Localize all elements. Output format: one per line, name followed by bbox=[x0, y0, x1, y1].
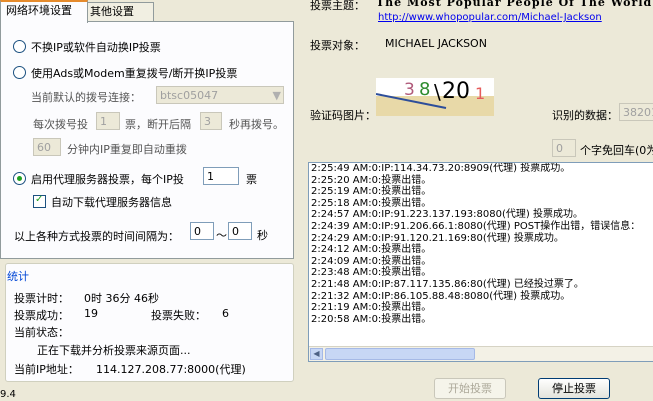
interval-separator: ～ bbox=[216, 229, 227, 242]
theme-value: The Most Popular People Of The World bbox=[376, 0, 653, 9]
captcha-char-8: 8 bbox=[419, 79, 431, 100]
fail-label: 投票失败： bbox=[151, 309, 206, 322]
timer-value: 0时 36分 46秒 bbox=[84, 292, 159, 305]
every-votes-secs-input[interactable]: 3 bbox=[200, 112, 222, 130]
log-entry: 2:24:12 AM:0:投票出错。 bbox=[311, 244, 432, 256]
target-value: MICHAEL JACKSON bbox=[385, 37, 487, 50]
repeat-minutes-label: 分钟内IP重复即自动重拨 bbox=[67, 143, 187, 156]
log-entry: 2:21:48 AM:0:IP:87.117.135.86:80(代理) 已经投… bbox=[311, 278, 584, 290]
success-label: 投票成功： bbox=[14, 309, 69, 322]
log-scrollbar[interactable]: ◀ bbox=[309, 346, 653, 361]
version-label: 9.4 bbox=[0, 389, 16, 400]
default-dial-label: 当前默认的拨号连接： bbox=[31, 91, 141, 104]
tab-other-settings[interactable]: 其他设置 bbox=[84, 2, 154, 21]
chevron-down-icon: ▼ bbox=[272, 89, 281, 102]
interval-from-input[interactable]: 0 bbox=[190, 222, 214, 240]
fail-value: 6 bbox=[222, 307, 229, 320]
log-entry: 2:21:32 AM:0:IP:86.105.88.48:8080(代理) 投票… bbox=[311, 290, 571, 302]
proxy-votes-input[interactable]: 1 bbox=[203, 167, 239, 185]
radio-no-ip-change[interactable] bbox=[13, 40, 26, 53]
captcha-char-2: 2 bbox=[442, 79, 456, 104]
captcha-char-1: 1 bbox=[475, 84, 486, 103]
captcha-char-slash: \ bbox=[434, 80, 441, 104]
every-votes-input[interactable]: 1 bbox=[96, 112, 120, 130]
auto-download-checkbox[interactable] bbox=[33, 194, 46, 208]
interval-label: 以上各种方式投票的时间间隔为： bbox=[14, 230, 179, 243]
tab-network-settings[interactable]: 网络环境设置 bbox=[0, 0, 88, 23]
scroll-left-icon[interactable]: ◀ bbox=[310, 348, 323, 360]
stats-title: 统计 bbox=[7, 270, 29, 283]
interval-unit: 秒 bbox=[257, 229, 268, 242]
captcha-image: 3 8 \ 2 0 1 bbox=[376, 78, 494, 116]
radio-proxy-label: 启用代理服务器投票，每个IP投 bbox=[31, 173, 184, 186]
radio-proxy[interactable] bbox=[13, 172, 26, 185]
proxy-votes-unit: 票 bbox=[246, 173, 257, 186]
default-dial-select[interactable]: btsc05047 ▼ bbox=[156, 86, 284, 104]
captcha-char-0: 0 bbox=[456, 79, 470, 104]
state-label: 当前状态： bbox=[14, 326, 69, 339]
skip-input[interactable]: 0 bbox=[552, 139, 576, 157]
log-entry: 2:24:57 AM:0:IP:91.223.137.193:8080(代理) … bbox=[311, 209, 583, 221]
log-entry: 2:21:19 AM:0:投票出错。 bbox=[311, 302, 432, 314]
captcha-label: 验证码图片： bbox=[310, 109, 376, 122]
log-entry: 2:25:20 AM:0:投票出错。 bbox=[311, 174, 432, 186]
repeat-minutes-input[interactable]: 60 bbox=[33, 138, 61, 156]
interval-to-input[interactable]: 0 bbox=[228, 222, 252, 240]
default-dial-value: btsc05047 bbox=[160, 89, 219, 102]
log-entry: 2:24:09 AM:0:投票出错。 bbox=[311, 255, 432, 267]
recognized-label: 识别的数据： bbox=[552, 109, 618, 122]
target-label: 投票对象： bbox=[310, 39, 365, 52]
every-votes-mid: 票，断开后隔 bbox=[125, 118, 191, 131]
ip-label: 当前IP地址： bbox=[14, 363, 79, 376]
every-votes-suffix: 秒再拨号。 bbox=[229, 118, 284, 131]
auto-download-label: 自动下载代理服务器信息 bbox=[51, 196, 172, 209]
every-votes-prefix: 每次拨号投 bbox=[33, 118, 88, 131]
log-entry: 2:24:29 AM:0:IP:91.120.21.169:80(代理) 投票成… bbox=[311, 232, 564, 244]
stop-vote-button[interactable]: 停止投票 bbox=[538, 378, 610, 399]
skip-label: 个字免回车(0为 bbox=[580, 144, 653, 157]
log-entry: 2:24:39 AM:0:IP:91.206.66.1:8080(代理) POS… bbox=[311, 220, 641, 232]
ip-value: 114.127.208.77:8000(代理) bbox=[96, 363, 246, 376]
radio-adsl-redial-label: 使用Ads或Modem重复拨号/断开换IP投票 bbox=[31, 67, 238, 80]
log-entry: 2:25:18 AM:0:投票出错。 bbox=[311, 197, 432, 209]
radio-adsl-redial[interactable] bbox=[13, 66, 26, 79]
theme-url-link[interactable]: http://www.whopopular.com/Michael-Jackso… bbox=[378, 12, 602, 23]
log-list[interactable]: 2:25:49 AM:0:IP:114.34.73.20:8909(代理) 投票… bbox=[308, 162, 653, 362]
start-vote-button[interactable]: 开始投票 bbox=[434, 378, 506, 399]
log-entry: 2:20:58 AM:0:投票出错。 bbox=[311, 313, 432, 325]
success-value: 19 bbox=[84, 307, 98, 320]
timer-label: 投票计时： bbox=[14, 292, 69, 305]
captcha-char-3: 3 bbox=[404, 80, 415, 100]
log-entry: 2:25:19 AM:0:投票出错。 bbox=[311, 186, 432, 198]
log-entry: 2:23:48 AM:0:投票出错。 bbox=[311, 267, 432, 279]
theme-label: 投票主题： bbox=[310, 0, 365, 12]
log-rows: 2:25:49 AM:0:IP:114.34.73.20:8909(代理) 投票… bbox=[309, 163, 653, 325]
recognized-input[interactable]: 38201 bbox=[619, 103, 653, 121]
radio-no-ip-change-label: 不换IP或软件自动换IP投票 bbox=[31, 41, 161, 54]
log-entry: 2:25:49 AM:0:IP:114.34.73.20:8909(代理) 投票… bbox=[311, 163, 571, 174]
state-value: 正在下载并分析投票来源页面... bbox=[37, 344, 191, 357]
scroll-thumb[interactable] bbox=[325, 348, 475, 360]
